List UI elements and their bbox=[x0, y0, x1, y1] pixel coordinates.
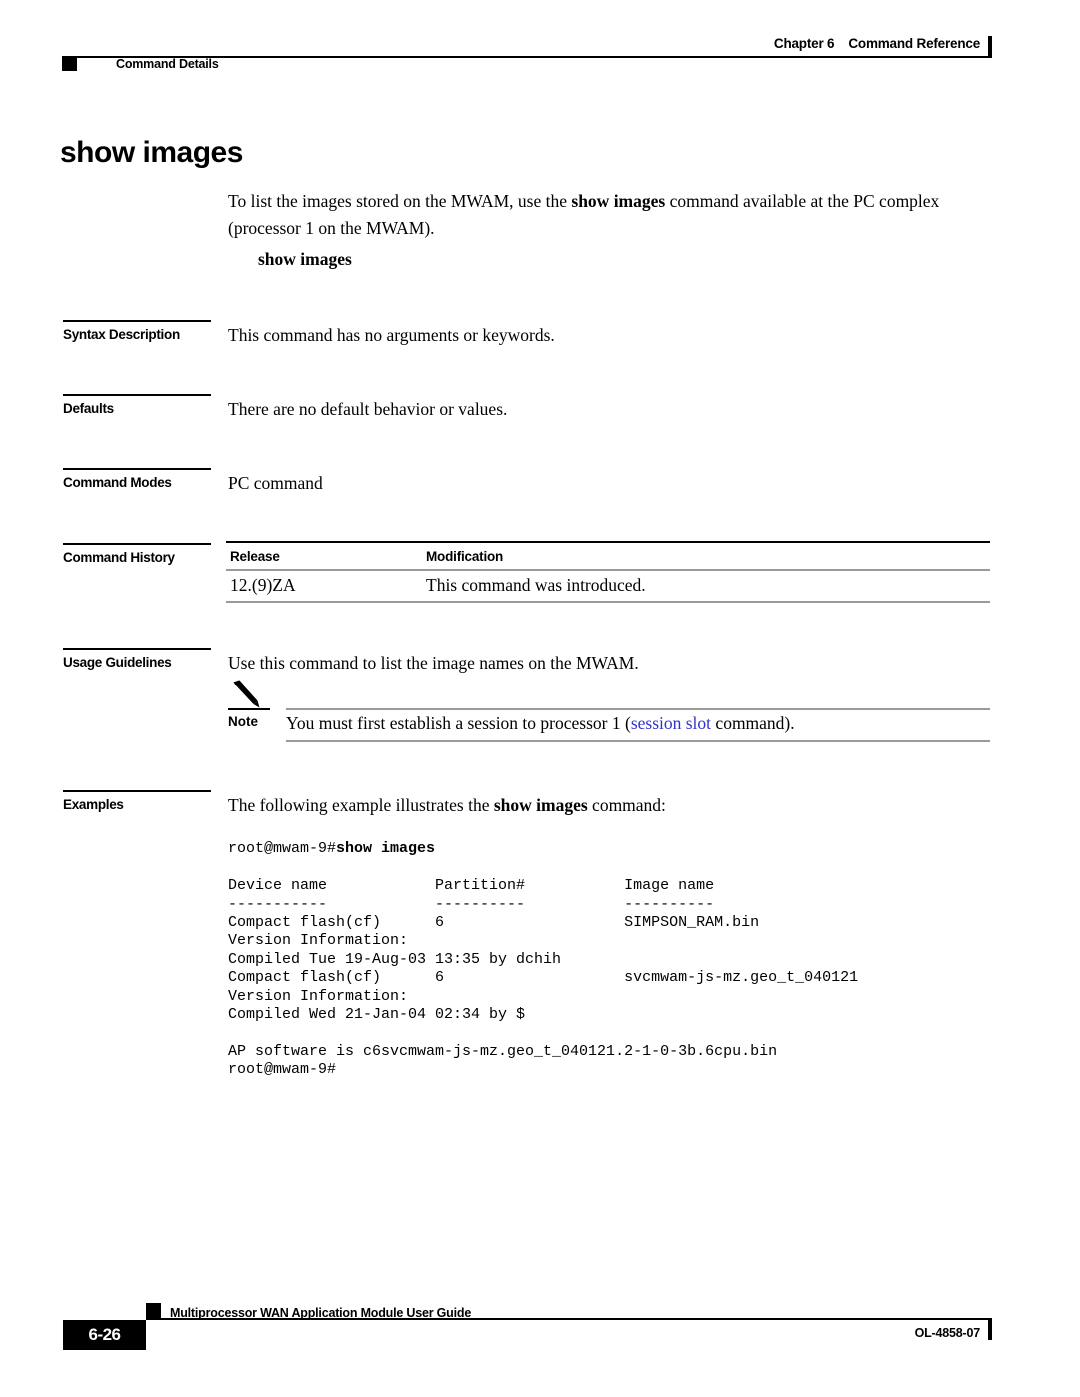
code-prompt-line: root@mwam-9#show images bbox=[228, 840, 990, 858]
column-header-release: Release bbox=[226, 541, 422, 571]
table-row: 12.(9)ZA This command was introduced. bbox=[226, 570, 990, 603]
section-label-syntax-description: Syntax Description bbox=[63, 320, 211, 342]
command-syntax: show images bbox=[258, 249, 352, 269]
code-line: Compact flash(cf) 6 SIMPSON_RAM.bin bbox=[228, 914, 760, 932]
intro-text-before: To list the images stored on the MWAM, u… bbox=[228, 191, 572, 211]
code-example-block: root@mwam-9#show images Device name Part… bbox=[228, 822, 990, 1098]
note-text-before: You must first establish a session to pr… bbox=[286, 713, 631, 733]
footer-bullet-square-icon bbox=[146, 1303, 161, 1319]
examples-intro-before: The following example illustrates the bbox=[228, 795, 494, 815]
code-line: Compiled Tue 19-Aug-03 13:35 by dchih bbox=[228, 950, 562, 968]
header-chapter-number: Chapter 6 bbox=[773, 36, 835, 51]
note-text-after: command). bbox=[711, 713, 795, 733]
footer-document-title: Multiprocessor WAN Application Module Us… bbox=[170, 1306, 472, 1320]
note-rule-bottom bbox=[286, 740, 990, 742]
table-header-row: Release Modification bbox=[226, 541, 990, 571]
code-line: Version Information: bbox=[228, 987, 409, 1005]
code-line: ----------- ---------- ---------- bbox=[228, 895, 715, 913]
code-typed-command: show images bbox=[336, 840, 436, 858]
footer-document-id: OL-4858-07 bbox=[914, 1326, 981, 1340]
code-line: Device name Partition# Image name bbox=[228, 877, 715, 895]
header-chapter-info: Chapter 6 Command Reference bbox=[774, 36, 980, 51]
command-history-table: Release Modification 12.(9)ZA This comma… bbox=[226, 541, 990, 603]
section-label-examples: Examples bbox=[63, 790, 211, 812]
section-label-command-history: Command History bbox=[63, 543, 211, 565]
column-header-modification: Modification bbox=[422, 541, 990, 571]
examples-intro-command: show images bbox=[493, 795, 588, 815]
section-label-defaults: Defaults bbox=[63, 394, 211, 416]
code-line: AP software is c6svcmwam-js-mz.geo_t_040… bbox=[228, 1042, 778, 1060]
code-line: Version Information: bbox=[228, 932, 409, 950]
note-label: Note bbox=[228, 714, 258, 729]
page-header: Chapter 6 Command Reference Command Detai… bbox=[0, 0, 1080, 110]
note-text: You must first establish a session to pr… bbox=[286, 711, 990, 735]
code-prompt: root@mwam-9# bbox=[228, 840, 337, 858]
section-body-defaults: There are no default behavior or values. bbox=[228, 399, 508, 419]
code-line: Compiled Wed 21-Jan-04 02:34 by $ bbox=[228, 1006, 526, 1024]
section-body-usage-guidelines: Use this command to list the image names… bbox=[228, 653, 639, 673]
section-body-command-modes: PC command bbox=[228, 473, 323, 493]
pencil-icon bbox=[233, 680, 260, 708]
note-link-session-slot[interactable]: session slot bbox=[631, 713, 711, 733]
note-callout: Note You must first establish a session … bbox=[228, 680, 990, 746]
header-end-tick bbox=[988, 36, 992, 58]
intro-command-name: show images bbox=[571, 191, 666, 211]
code-line: Compact flash(cf) 6 svcmwam-js-mz.geo_t_… bbox=[228, 969, 859, 987]
header-chapter-title: Command Reference bbox=[848, 36, 980, 51]
intro-paragraph: To list the images stored on the MWAM, u… bbox=[228, 188, 990, 242]
code-line: root@mwam-9# bbox=[228, 1061, 337, 1079]
note-rule-top bbox=[286, 708, 990, 710]
header-section-title: Command Details bbox=[116, 57, 219, 71]
page-title: show images bbox=[60, 136, 243, 169]
code-output-lines: Device name Partition# Image name -------… bbox=[228, 877, 990, 1079]
note-label-underline bbox=[228, 708, 270, 710]
section-body-examples: The following example illustrates the sh… bbox=[228, 792, 990, 818]
footer-end-tick bbox=[988, 1318, 992, 1340]
section-body-syntax-description: This command has no arguments or keyword… bbox=[228, 325, 555, 345]
cell-modification: This command was introduced. bbox=[422, 570, 990, 603]
section-label-usage-guidelines: Usage Guidelines bbox=[63, 648, 211, 670]
header-bullet-square-icon bbox=[62, 56, 77, 71]
examples-intro-after: command: bbox=[587, 795, 666, 815]
page-number: 6-26 bbox=[63, 1320, 146, 1350]
cell-release: 12.(9)ZA bbox=[226, 570, 422, 603]
section-label-command-modes: Command Modes bbox=[63, 468, 211, 490]
